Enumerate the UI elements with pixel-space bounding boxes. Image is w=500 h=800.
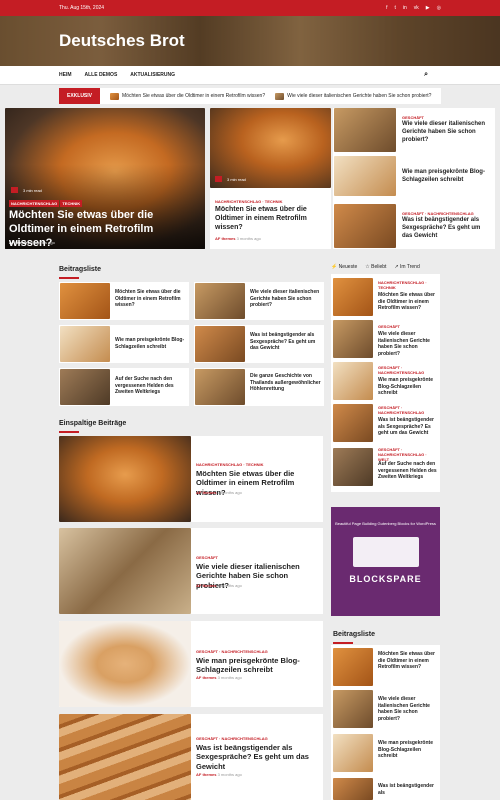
list-item-title[interactable]: Wie man preisgekrönte Blog-Schlagzeilen … [115, 337, 187, 350]
camera-icon [11, 187, 18, 193]
camera-icon [215, 176, 222, 182]
single-post-image[interactable] [59, 714, 191, 800]
list-item-title[interactable]: Auf der Suche nach den vergessenen Helde… [115, 376, 187, 396]
section-heading: Einspaltige Beiträge [59, 420, 127, 433]
ticker-item[interactable]: Möchten Sie etwas über die Oldtimer in e… [110, 92, 265, 100]
list-item-image[interactable] [195, 369, 245, 405]
date-text: Thu. Aug 15th, 2024 [59, 5, 105, 11]
tab-post-category[interactable]: GESCHÄFT · NACHRICHTENSCHLAG [378, 405, 436, 415]
sidebar-heading: Beitragsliste [333, 631, 376, 644]
twitter-icon[interactable]: t [394, 5, 395, 11]
tab-popular[interactable]: ☆ Beliebt [365, 264, 386, 270]
tab-post-title[interactable]: Wie viele dieser italienischen Gerichte … [378, 331, 438, 357]
side-post-title[interactable]: Wie viele dieser italienischen Gerichte … [402, 121, 490, 144]
tab-post-image[interactable] [333, 320, 373, 358]
single-post-meta: AF themes 3 months ago [196, 675, 242, 680]
search-icon[interactable]: ⌕ [424, 71, 428, 79]
top-bar: Thu. Aug 15th, 2024 f t in vk ▶ ◎ [0, 0, 500, 16]
tab-post-title[interactable]: Was ist beängstigender als Sexgespräche?… [378, 417, 438, 437]
list-item-image[interactable] [195, 326, 245, 362]
side-post-category[interactable]: GESCHÄFT · NACHRICHTENSCHLAG [402, 211, 474, 216]
single-post-meta: AF themes 3 months ago [196, 772, 242, 777]
featured-second-meta: AF themes 3 months ago [215, 236, 261, 241]
nav-item-home[interactable]: HEIM [59, 72, 72, 78]
tab-post-category[interactable]: GESCHÄFT · NACHRICHTENSCHLAG · WELT [378, 447, 436, 462]
single-post-category[interactable]: GESCHÄFT [196, 555, 218, 560]
sidebar-post-title[interactable]: Möchten Sie etwas über die Oldtimer in e… [378, 651, 438, 671]
tab-post-category[interactable]: NACHRICHTENSCHLAG · TECHNIK [378, 280, 436, 290]
single-post-title[interactable]: Was ist beängstigender als Sexgespräche?… [196, 743, 318, 771]
tab-trending[interactable]: ↗ Im Trend [394, 264, 419, 270]
list-item-title[interactable]: Die ganze Geschichte von Thailands außer… [250, 373, 322, 393]
exclusive-label: EXKLUSIV [59, 88, 100, 104]
list-item-image[interactable] [60, 283, 110, 319]
tab-post-image[interactable] [333, 448, 373, 486]
side-post-title[interactable]: Was ist beängstigender als Sexgespräche?… [402, 217, 490, 240]
social-links: f t in vk ▶ ◎ [386, 5, 441, 11]
tab-post-image[interactable] [333, 362, 373, 400]
side-post-image[interactable] [334, 108, 396, 152]
linkedin-icon[interactable]: in [403, 5, 407, 11]
tab-post-title[interactable]: Wie man preisgekrönte Blog-Schlagzeilen … [378, 377, 438, 397]
single-post-image[interactable] [59, 621, 191, 707]
single-post-meta: AF themes 3 months ago [196, 490, 242, 495]
facebook-icon[interactable]: f [386, 5, 387, 11]
single-post-category[interactable]: GESCHÄFT · NACHRICHTENSCHLAG [196, 736, 268, 741]
list-item-image[interactable] [195, 283, 245, 319]
nav-item-update[interactable]: AKTUALISIERUNG [130, 72, 175, 78]
list-item-title[interactable]: Was ist beängstigender als Sexgespräche?… [250, 332, 322, 352]
ticker-item[interactable]: Wie viele dieser italienischen Gerichte … [275, 92, 431, 100]
ad-brand: BLOCKSPARE [349, 574, 422, 584]
sidebar-post-title[interactable]: Wie man preisgekrönte Blog-Schlagzeilen … [378, 740, 438, 760]
tab-post-image[interactable] [333, 404, 373, 442]
side-post-image[interactable] [334, 156, 396, 196]
main-nav: HEIM ALLE DEMOS AKTUALISIERUNG ⌕ [0, 66, 500, 85]
site-title[interactable]: Deutsches Brot [59, 31, 185, 51]
single-post-title[interactable]: Wie man preisgekrönte Blog-Schlagzeilen … [196, 656, 318, 675]
nav-item-demos[interactable]: ALLE DEMOS [85, 72, 118, 78]
sidebar-post-image[interactable] [333, 648, 373, 686]
tab-post-image[interactable] [333, 278, 373, 316]
sidebar-post-image[interactable] [333, 734, 373, 772]
single-post-image[interactable] [59, 436, 191, 522]
side-post-category[interactable]: GESCHÄFT [402, 115, 424, 120]
section-heading: Beitragsliste [59, 266, 102, 279]
exclusive-ticker: EXKLUSIV Möchten Sie etwas über die Oldt… [59, 88, 441, 104]
featured-second-title[interactable]: Möchten Sie etwas über die Oldtimer in e… [215, 206, 325, 232]
side-post-image[interactable] [334, 204, 396, 248]
tab-latest[interactable]: ⚡ Neueste [331, 264, 357, 270]
side-post-title[interactable]: Wie man preisgekrönte Blog-Schlagzeilen … [402, 169, 490, 185]
blockspare-ad[interactable]: Beautiful Page Building Gutenberg Blocks… [331, 507, 440, 616]
list-item-image[interactable] [60, 326, 110, 362]
sidebar-tabs: ⚡ Neueste ☆ Beliebt ↗ Im Trend [331, 264, 420, 270]
single-post-category[interactable]: NACHRICHTENSCHLAG · TECHNIK [196, 462, 264, 467]
featured-second-category[interactable]: NACHRICHTENSCHLAG · TECHNIK [215, 199, 283, 204]
sidebar-post-image[interactable] [333, 778, 373, 800]
vk-icon[interactable]: vk [414, 5, 419, 11]
read-time-badge: 3 min read [215, 176, 246, 182]
read-time-badge: 3 min read [11, 187, 42, 193]
sidebar-post-title[interactable]: Was ist beängstigender als [378, 783, 438, 796]
featured-main-meta: AF themes 3 months ago [9, 240, 55, 245]
list-item-title[interactable]: Möchten Sie etwas über die Oldtimer in e… [115, 289, 187, 309]
sidebar-post-image[interactable] [333, 690, 373, 728]
tab-post-category[interactable]: GESCHÄFT [378, 324, 400, 329]
list-item-title[interactable]: Wie viele dieser italienischen Gerichte … [250, 289, 322, 309]
youtube-icon[interactable]: ▶ [426, 5, 430, 11]
featured-main-category[interactable]: NACHRICHTENSCHLAG TECHNIK [9, 200, 83, 207]
tab-post-title[interactable]: Auf der Suche nach den vergessenen Helde… [378, 461, 438, 481]
ad-screenshot [353, 537, 419, 567]
ad-tagline: Beautiful Page Building Gutenberg Blocks… [335, 521, 436, 526]
single-post-image[interactable] [59, 528, 191, 614]
instagram-icon[interactable]: ◎ [437, 5, 441, 11]
header-banner: Deutsches Brot [0, 16, 500, 66]
tab-post-category[interactable]: GESCHÄFT · NACHRICHTENSCHLAG [378, 365, 436, 375]
sidebar-post-title[interactable]: Wie viele dieser italienischen Gerichte … [378, 696, 438, 722]
single-post-meta: AF themes 3 months ago [196, 583, 242, 588]
list-item-image[interactable] [60, 369, 110, 405]
single-post-category[interactable]: GESCHÄFT · NACHRICHTENSCHLAG [196, 649, 268, 654]
tab-post-title[interactable]: Möchten Sie etwas über die Oldtimer in e… [378, 292, 438, 312]
